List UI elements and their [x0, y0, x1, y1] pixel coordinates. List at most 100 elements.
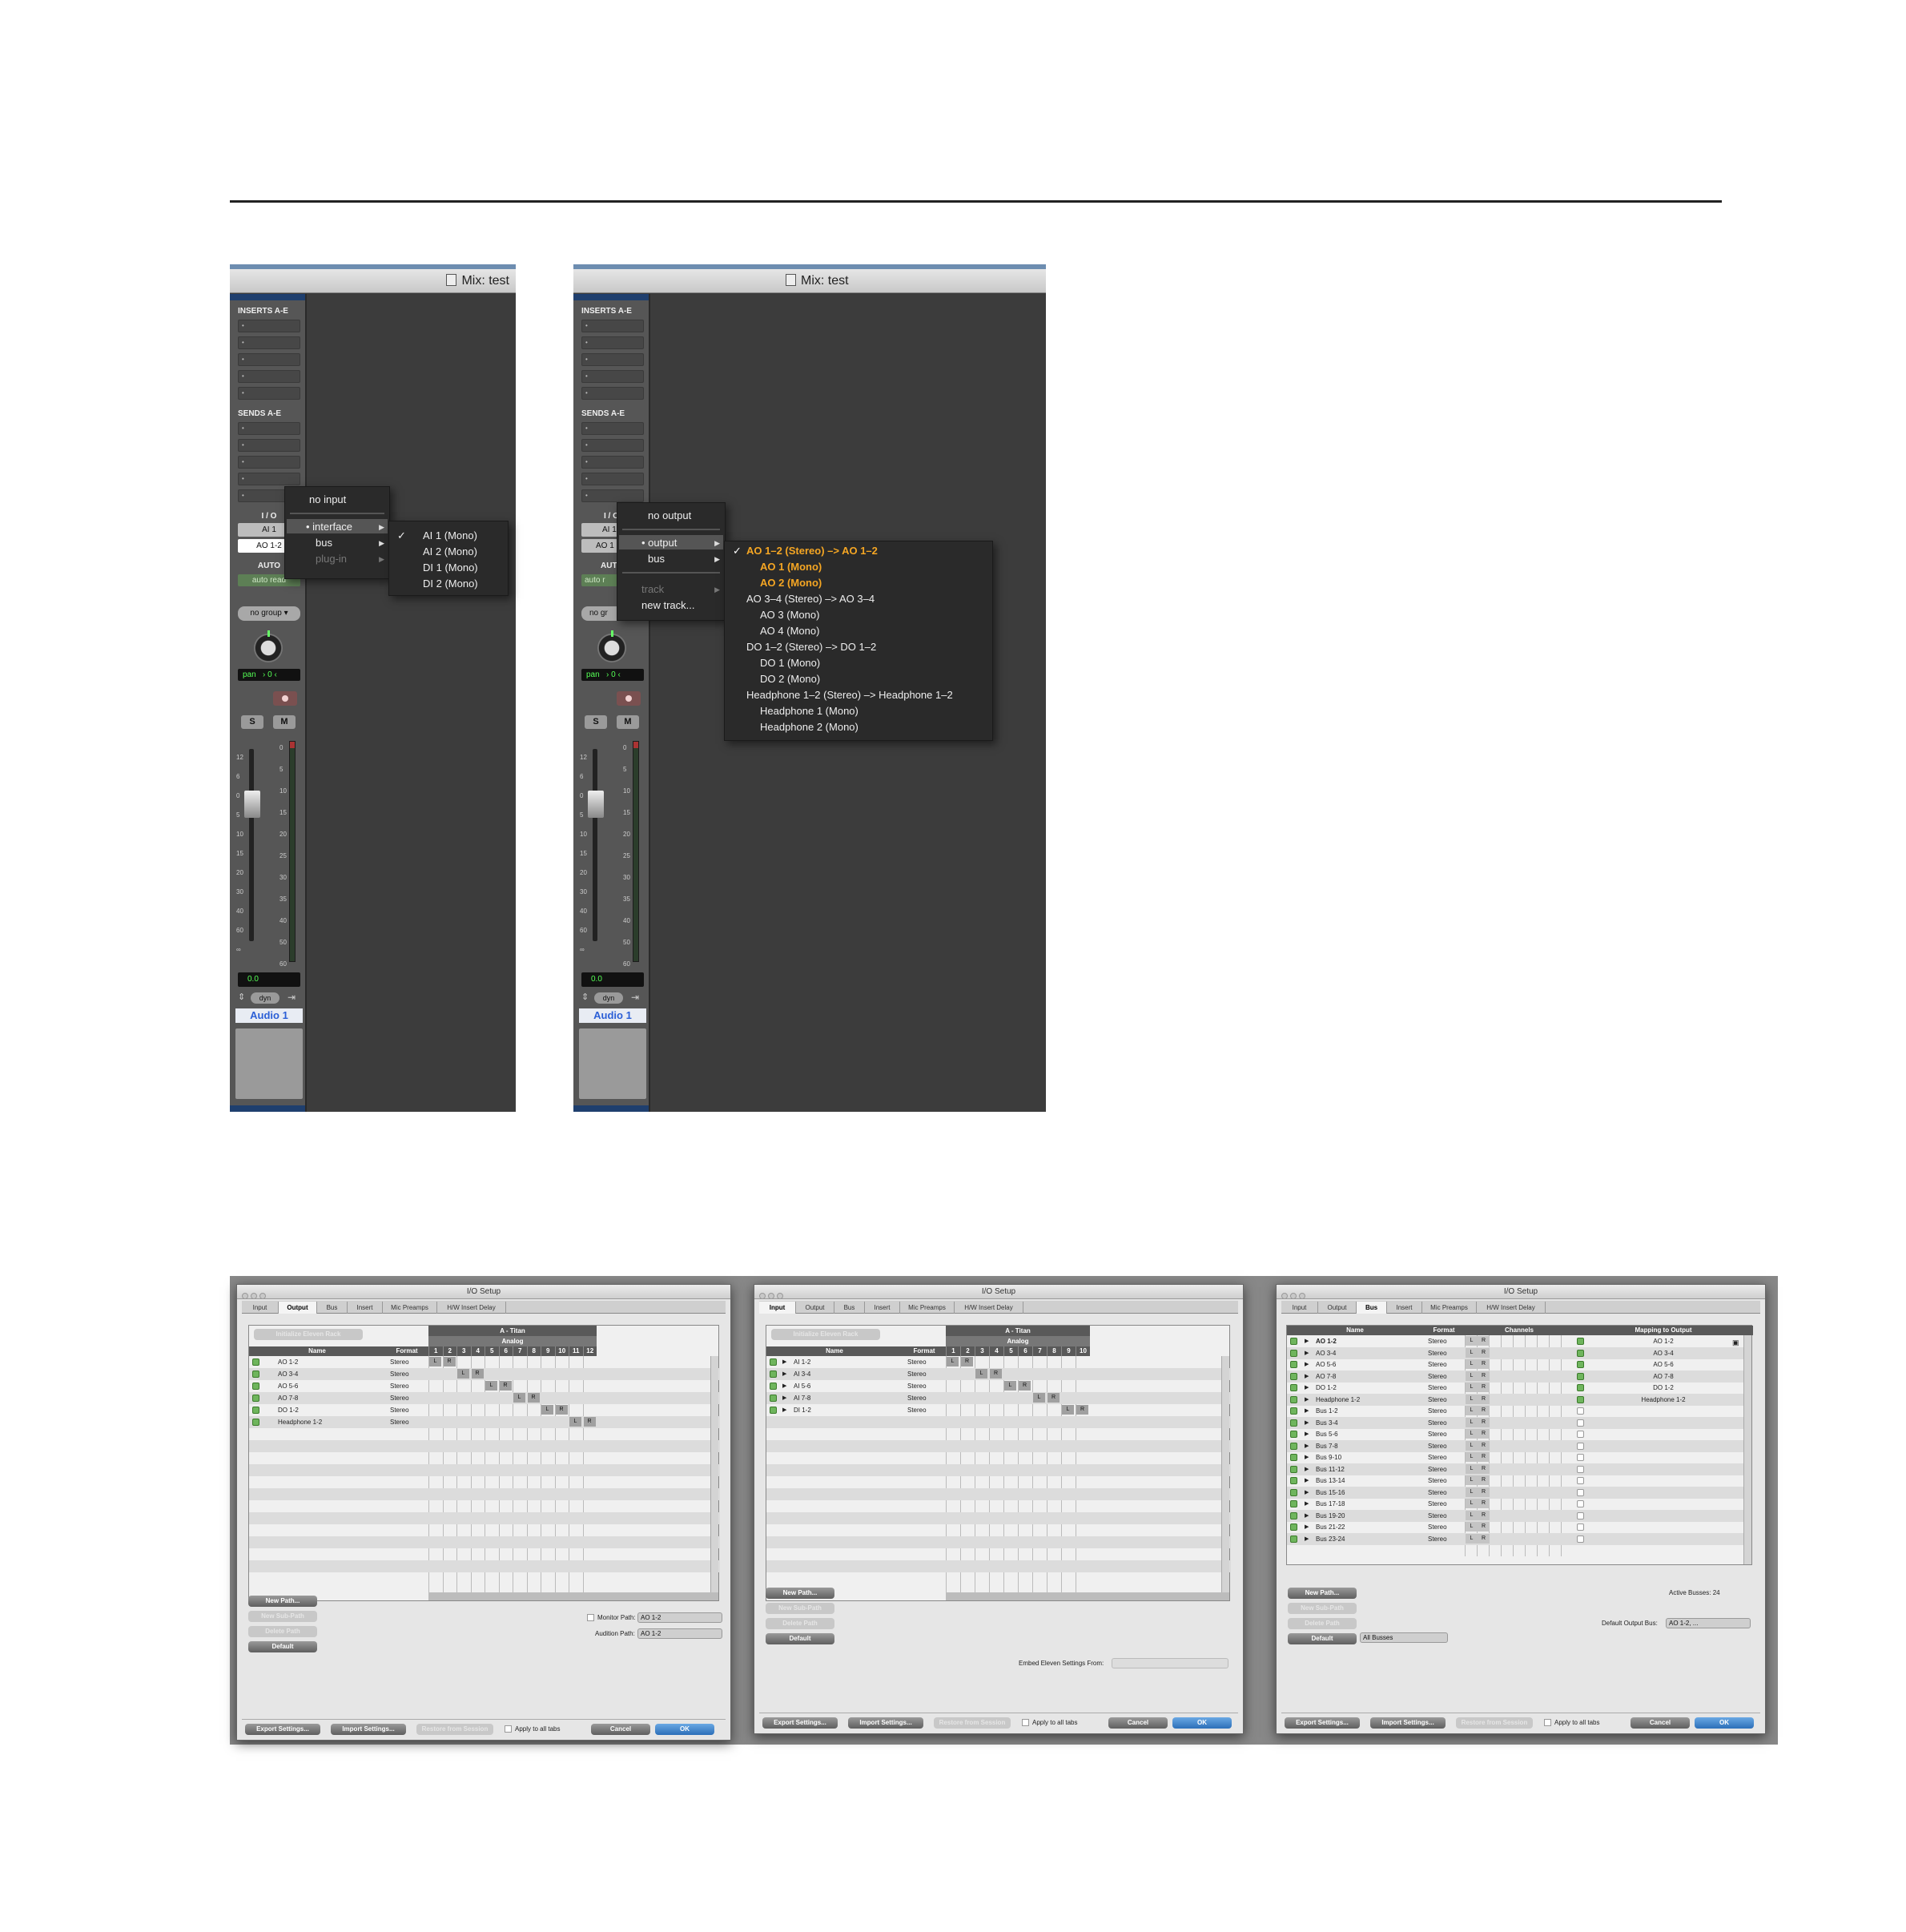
bus-name[interactable]: AO 1-2 [1316, 1335, 1337, 1347]
dyn-button[interactable]: dyn [251, 992, 279, 1004]
expand-triangle-icon[interactable]: ▶ [1305, 1451, 1309, 1463]
expand-triangle-icon[interactable]: ▶ [1305, 1347, 1309, 1359]
expand-triangle-icon[interactable]: ▶ [782, 1356, 786, 1368]
submenu-item[interactable]: Headphone 1 (Mono) [760, 705, 859, 717]
channel-assign-right[interactable]: R [471, 1369, 484, 1379]
tab-mic-preamps[interactable]: Mic Preamps [900, 1302, 955, 1314]
minimize-window-button[interactable] [251, 1293, 257, 1299]
mute-button[interactable]: M [617, 715, 639, 729]
bus-active-checkbox[interactable] [1290, 1395, 1297, 1403]
pan-readout[interactable]: pan › 0 ‹ [238, 669, 300, 681]
zoom-window-button[interactable] [1299, 1293, 1305, 1299]
cancel-button[interactable]: Cancel [591, 1724, 650, 1735]
channel-assign-left[interactable]: L [429, 1357, 441, 1366]
submenu-item[interactable]: AO 1–2 (Stereo) –> AO 1–2 [746, 545, 878, 557]
insert-slot-c[interactable]: • [581, 353, 644, 366]
path-active-checkbox[interactable] [770, 1395, 777, 1402]
send-slot-e[interactable]: • [581, 489, 644, 502]
submenu-item[interactable]: AO 3 (Mono) [760, 609, 819, 621]
channel-assign-right[interactable]: R [1019, 1381, 1031, 1391]
channel-assign-left[interactable]: L [1004, 1381, 1016, 1391]
channel-assign-right[interactable]: R [1076, 1405, 1088, 1415]
path-name[interactable]: Headphone 1-2 [278, 1416, 322, 1428]
table-row[interactable]: AO 5-6 Stereo L R [249, 1380, 720, 1392]
bus-active-checkbox[interactable] [1290, 1384, 1297, 1391]
table-row[interactable]: ▶ AO 7-8 Stereo L R AO 7-8 [1287, 1370, 1745, 1383]
submenu-item[interactable]: AO 4 (Mono) [760, 625, 819, 637]
menu-output[interactable]: • output [641, 537, 677, 549]
expand-triangle-icon[interactable]: ▶ [782, 1392, 786, 1404]
insert-slot-d[interactable]: • [238, 370, 300, 383]
table-row[interactable]: ▶ Bus 3-4 Stereo L R [1287, 1416, 1745, 1429]
cancel-button[interactable]: Cancel [1108, 1717, 1168, 1729]
channel-assign-right[interactable]: R [1047, 1393, 1060, 1403]
send-slot-b[interactable]: • [238, 439, 300, 452]
tab-h-w-insert-delay[interactable]: H/W Insert Delay [1477, 1302, 1546, 1314]
menu-bus[interactable]: bus [316, 537, 332, 549]
table-row[interactable] [766, 1440, 1231, 1452]
insert-slot-e[interactable]: • [581, 387, 644, 400]
path-active-checkbox[interactable] [252, 1407, 259, 1414]
import-settings-button[interactable]: Import Settings... [848, 1717, 923, 1729]
send-slot-b[interactable]: • [581, 439, 644, 452]
mapping-output[interactable]: AO 7-8 [1591, 1371, 1735, 1383]
table-row[interactable]: ▶ Bus 9-10 Stereo L R [1287, 1451, 1745, 1463]
table-row[interactable] [766, 1512, 1231, 1524]
mapping-checkbox[interactable] [1577, 1361, 1584, 1368]
expand-triangle-icon[interactable]: ▶ [1305, 1335, 1309, 1347]
table-row[interactable] [249, 1452, 720, 1464]
channel-assign-left[interactable]: L [513, 1393, 525, 1403]
bus-active-checkbox[interactable] [1290, 1407, 1297, 1415]
apply-to-all-tabs-checkbox[interactable] [1022, 1719, 1029, 1726]
ok-button[interactable]: OK [655, 1724, 714, 1735]
insert-slot-e[interactable]: • [238, 387, 300, 400]
table-row[interactable] [1287, 1544, 1745, 1556]
volume-fader-handle[interactable] [244, 791, 260, 818]
mapping-checkbox[interactable] [1577, 1395, 1584, 1403]
mapping-checkbox[interactable] [1577, 1372, 1584, 1380]
mapping-checkbox[interactable] [1577, 1454, 1584, 1461]
bus-name[interactable]: Bus 1-2 [1316, 1405, 1338, 1417]
tab-bus[interactable]: Bus [317, 1302, 348, 1314]
mapping-checkbox[interactable] [1577, 1477, 1584, 1484]
submenu-item[interactable]: AO 3–4 (Stereo) –> AO 3–4 [746, 593, 875, 605]
mapping-output[interactable]: DO 1-2 [1591, 1382, 1735, 1394]
path-active-checkbox[interactable] [252, 1371, 259, 1378]
mapping-checkbox[interactable] [1577, 1431, 1584, 1438]
path-name[interactable]: AO 3-4 [278, 1368, 298, 1380]
table-row[interactable] [249, 1464, 720, 1476]
path-active-checkbox[interactable] [252, 1358, 259, 1366]
menu-new-track[interactable]: new track... [641, 599, 694, 611]
audition-path-select[interactable]: AO 1-2 [637, 1628, 722, 1639]
tab-bus[interactable]: Bus [1357, 1302, 1387, 1314]
table-row[interactable]: AO 1-2 Stereo L R [249, 1356, 720, 1368]
table-row[interactable]: ▶ AI 1-2 Stereo L R [766, 1356, 1231, 1368]
insert-slot-a[interactable]: • [238, 320, 300, 332]
comments-box[interactable] [579, 1028, 646, 1099]
insert-slot-c[interactable]: • [238, 353, 300, 366]
solo-button[interactable]: S [241, 715, 263, 729]
record-enable-button[interactable] [617, 691, 641, 706]
channel-assign-left[interactable]: L [1033, 1393, 1045, 1403]
bus-name[interactable]: AO 5-6 [1316, 1358, 1336, 1371]
bus-active-checkbox[interactable] [1290, 1535, 1297, 1543]
channel-assign-right[interactable]: R [990, 1369, 1002, 1379]
mapping-output[interactable]: Headphone 1-2 [1591, 1394, 1735, 1406]
clip-indicator[interactable] [633, 742, 638, 748]
tab-h-w-insert-delay[interactable]: H/W Insert Delay [437, 1302, 506, 1314]
table-row[interactable]: ▶ AO 1-2 Stereo L R AO 1-2 ▣ [1287, 1335, 1745, 1347]
bus-active-checkbox[interactable] [1290, 1465, 1297, 1473]
vertical-scrollbar[interactable] [1221, 1356, 1229, 1592]
mapping-checkbox[interactable] [1577, 1419, 1584, 1427]
path-name[interactable]: AI 5-6 [794, 1380, 810, 1392]
table-row[interactable] [766, 1428, 1231, 1440]
expand-triangle-icon[interactable]: ▶ [1305, 1371, 1309, 1383]
horizontal-scrollbar[interactable] [428, 1592, 718, 1600]
mapping-output[interactable]: AO 3-4 [1591, 1347, 1735, 1359]
mapping-checkbox[interactable] [1577, 1384, 1584, 1391]
volume-fader-handle[interactable] [588, 791, 604, 818]
window-titlebar[interactable]: Mix: test [230, 269, 516, 293]
record-enable-button[interactable] [273, 691, 297, 706]
new-path-button[interactable]: New Path... [248, 1596, 317, 1607]
pan-readout[interactable]: pan › 0 ‹ [581, 669, 644, 681]
